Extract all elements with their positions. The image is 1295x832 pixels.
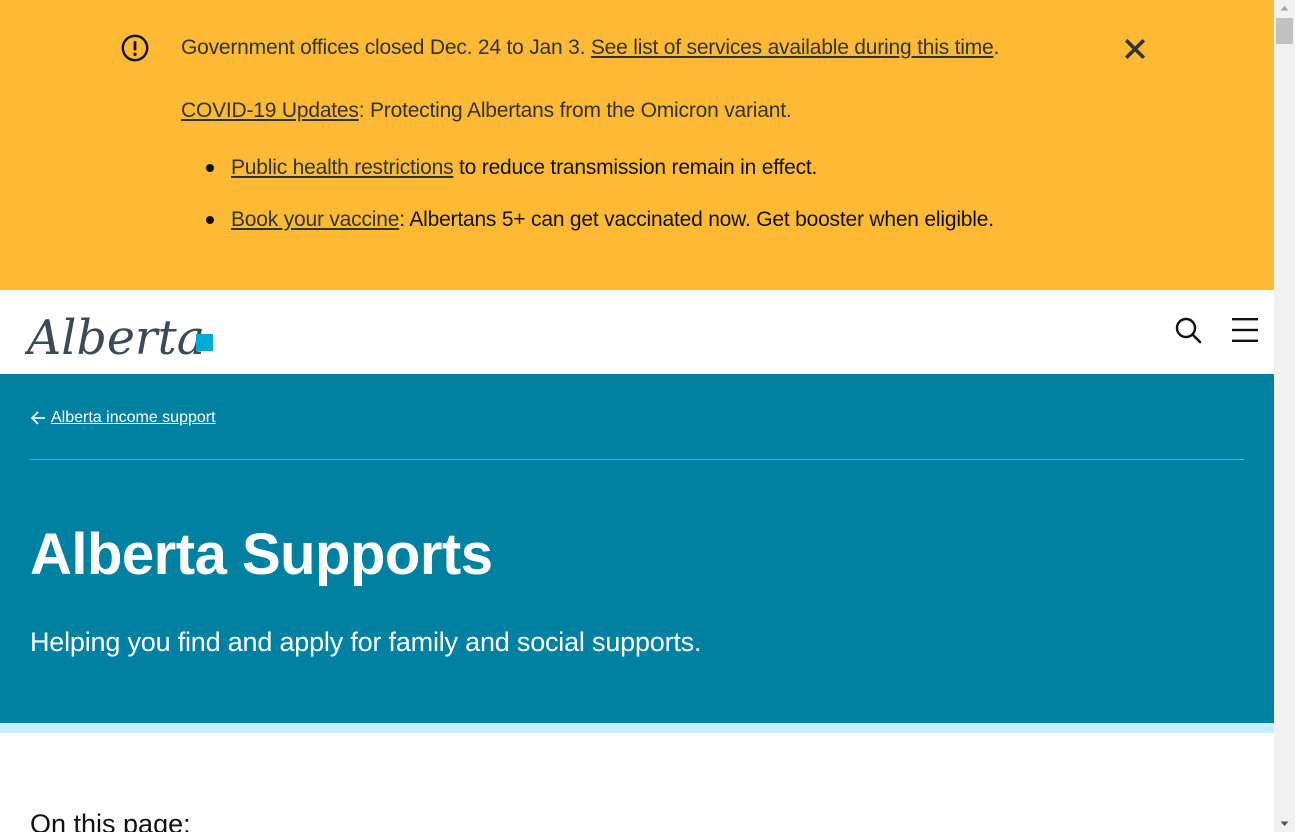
list-item-text: : Albertans 5+ can get vaccinated now. G…	[399, 208, 994, 231]
bullet-icon	[206, 216, 214, 224]
alert-closure-message: Government offices closed Dec. 24 to Jan…	[181, 34, 999, 62]
services-list-link[interactable]: See list of services available during th…	[591, 36, 994, 59]
site-header: Alberta	[0, 290, 1274, 374]
hamburger-icon	[1232, 318, 1258, 342]
bullet-icon	[206, 164, 214, 172]
exclamation-circle-icon	[121, 34, 149, 62]
page: Government offices closed Dec. 24 to Jan…	[0, 0, 1274, 832]
list-item: Public health restrictions to reduce tra…	[206, 154, 994, 206]
book-vaccine-link[interactable]: Book your vaccine	[231, 208, 399, 231]
breadcrumb: Alberta income support	[30, 407, 216, 429]
menu-button[interactable]	[1231, 317, 1259, 343]
scroll-up-arrow-icon[interactable]	[1274, 0, 1295, 17]
public-health-restrictions-link[interactable]: Public health restrictions	[231, 156, 454, 179]
alert-covid-text: : Protecting Albertans from the Omicron …	[358, 99, 792, 122]
close-icon	[1124, 38, 1146, 60]
scroll-down-arrow-icon[interactable]	[1274, 815, 1295, 832]
list-item: Book your vaccine: Albertans 5+ can get …	[206, 206, 994, 258]
divider	[30, 459, 1244, 460]
alert-closure-text: Government offices closed Dec. 24 to Jan…	[181, 36, 591, 59]
hero-accent-stripe	[0, 723, 1274, 733]
alert-banner: Government offices closed Dec. 24 to Jan…	[0, 0, 1274, 290]
page-subtitle: Helping you find and apply for family an…	[30, 627, 702, 657]
list-item-text: to reduce transmission remain in effect.	[453, 156, 818, 179]
alert-bullet-list: Public health restrictions to reduce tra…	[206, 154, 994, 258]
search-icon	[1175, 317, 1202, 344]
alberta-logo[interactable]: Alberta	[25, 304, 215, 360]
back-link-alberta-income-support[interactable]: Alberta income support	[51, 407, 216, 429]
hero-section: Alberta income support Alberta Supports …	[0, 374, 1274, 723]
vertical-scrollbar[interactable]	[1274, 0, 1295, 832]
alert-closure-end: .	[993, 36, 1000, 59]
on-this-page-heading: On this page:	[30, 809, 191, 832]
covid-updates-link[interactable]: COVID-19 Updates	[181, 99, 359, 122]
search-button[interactable]	[1174, 316, 1202, 344]
close-alert-button[interactable]	[1122, 36, 1148, 62]
page-title: Alberta Supports	[30, 522, 493, 587]
svg-text:Alberta: Alberta	[25, 310, 205, 360]
arrow-left-icon	[30, 411, 45, 425]
scrollbar-thumb[interactable]	[1276, 18, 1293, 44]
alert-covid-message: COVID-19 Updates: Protecting Albertans f…	[181, 97, 792, 125]
